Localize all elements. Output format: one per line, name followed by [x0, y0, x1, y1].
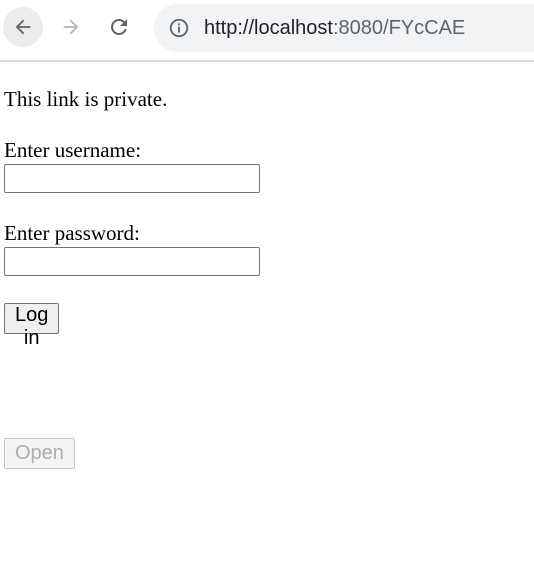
password-label: Enter password: — [4, 221, 140, 245]
url-path: :8080/FYcCAE — [332, 17, 466, 39]
username-input[interactable] — [4, 164, 260, 193]
browser-toolbar: http://localhost:8080/FYcCAE — [0, 0, 534, 62]
arrow-right-icon — [63, 19, 79, 35]
login-button[interactable]: Log in — [4, 303, 60, 349]
url-host: http://localhost — [204, 17, 333, 39]
forward-button[interactable] — [51, 7, 91, 47]
arrow-left-icon — [15, 19, 31, 35]
address-bar[interactable]: http://localhost:8080/FYcCAE — [154, 4, 534, 52]
reload-icon — [110, 18, 127, 35]
info-icon[interactable] — [168, 17, 190, 39]
back-button[interactable] — [3, 7, 43, 47]
url-text: http://localhost:8080/FYcCAE — [204, 16, 465, 40]
open-button[interactable]: Open — [4, 438, 75, 469]
username-label: Enter username: — [4, 138, 142, 162]
password-input[interactable] — [4, 247, 260, 276]
reload-button[interactable] — [99, 7, 139, 47]
private-notice: This link is private. — [4, 87, 168, 111]
